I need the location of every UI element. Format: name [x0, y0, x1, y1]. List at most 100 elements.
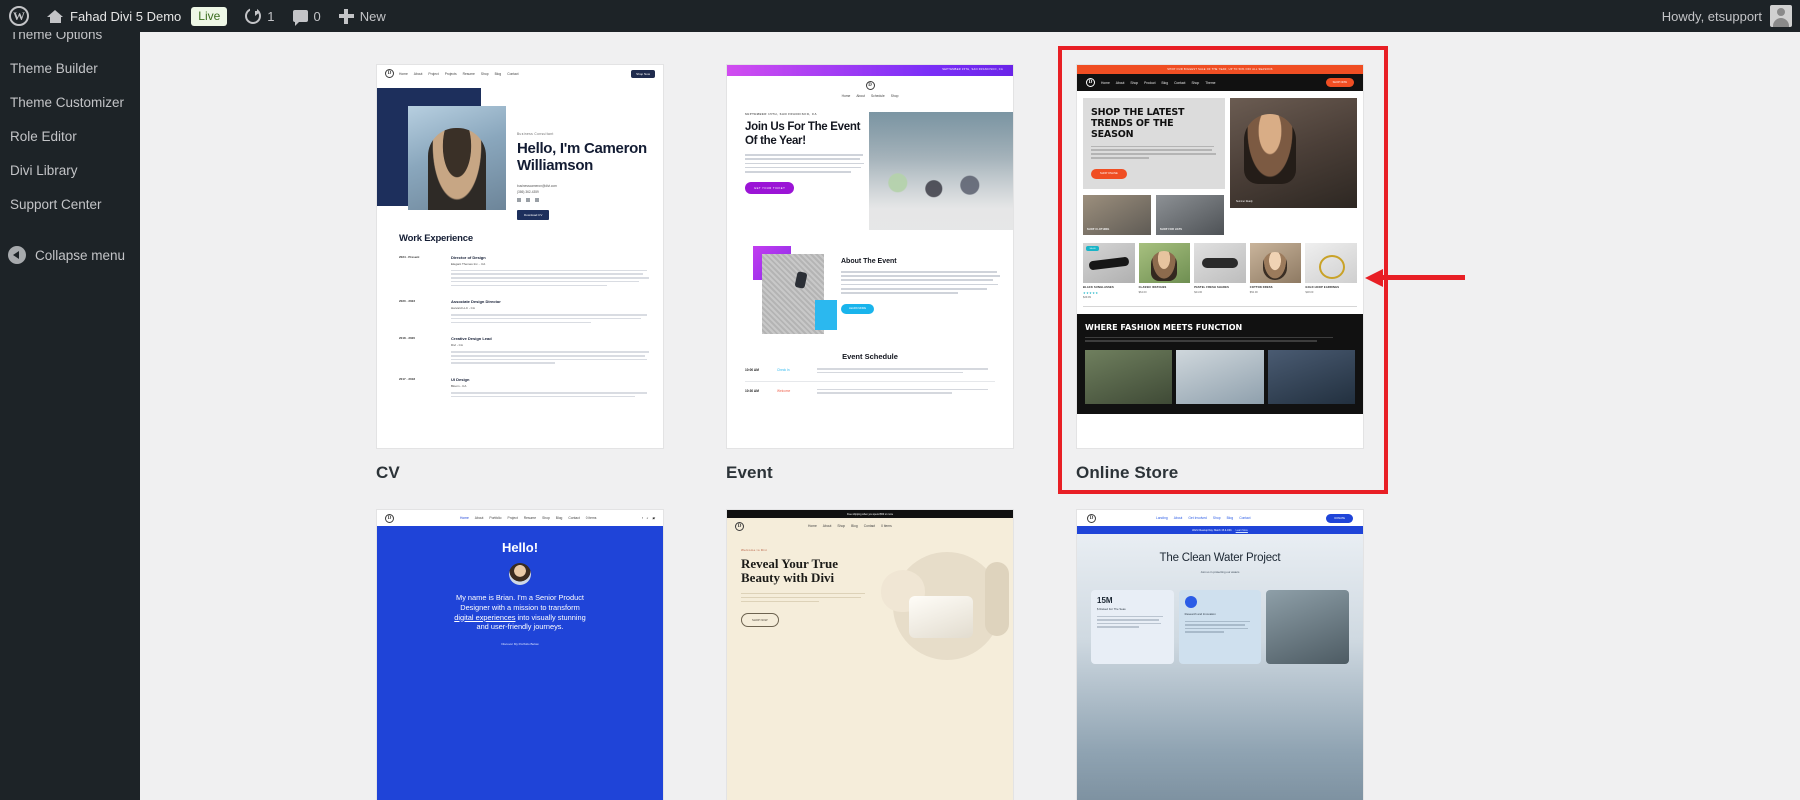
store-product-image: SALE: [1083, 243, 1135, 284]
cv-job-entry: 2024 - Present Director of Design Elegan…: [399, 255, 651, 288]
template-card-clean-water[interactable]: D Landing About Get Involved Shop Blog C…: [1076, 509, 1412, 800]
portfolio-intro: My name is Brian. I'm a Senior Product D…: [387, 593, 653, 632]
portfolio-intro-line-3: digital experiences into visually stunni…: [387, 613, 653, 623]
water-donate-button: DONATE: [1326, 513, 1353, 523]
divi-logo-icon: D: [1087, 513, 1096, 523]
template-thumbnail-clean-water[interactable]: D Landing About Get Involved Shop Blog C…: [1076, 509, 1364, 800]
event-about-section: About The Event LEARN MORE: [727, 230, 1013, 338]
cv-nav-button: Shop Now: [631, 69, 655, 78]
template-thumbnail-event[interactable]: SEPTEMBER 15TH, SAN FRANCISCO, CA D Home…: [726, 64, 1014, 449]
water-heading: The Clean Water Project: [1159, 552, 1281, 564]
nav-link: Blog: [851, 524, 858, 528]
template-thumbnail-online-store[interactable]: SHOP OUR BIGGEST SALE OF THE YEAR, UP TO…: [1076, 64, 1364, 449]
divi-logo-icon: D: [385, 513, 394, 523]
cv-job-date: 2020 - 2023: [399, 299, 416, 304]
cv-job-description: [451, 269, 651, 287]
event-heading: Join Us For The Event Of the Year!: [745, 121, 861, 147]
event-schedule-time: 10:30 AM: [745, 388, 759, 393]
beauty-hero: Welcome to Divi Reveal Your True Beauty …: [727, 534, 1013, 800]
event-schedule-row: 10:00 AM Check In: [727, 361, 1013, 376]
site-name-menu[interactable]: Fahad Divi 5 Demo Live: [38, 0, 236, 32]
store-product-name: CLASSIC WATCHES: [1138, 286, 1167, 290]
collapse-menu-button[interactable]: Collapse menu: [0, 238, 140, 272]
store-product-image: [1305, 243, 1357, 284]
nav-link: Contact: [1174, 80, 1186, 85]
store-heading: SHOP THE LATEST TRENDS OF THE SEASON: [1091, 107, 1185, 141]
nav-link: Home: [460, 516, 469, 520]
template-thumbnail-portfolio[interactable]: D Home About Portfolio Project Resume Sh…: [376, 509, 664, 800]
cv-job-date: 2017 - 2018: [399, 377, 416, 381]
wordpress-logo-icon: W: [9, 6, 29, 26]
nav-link: Shop: [1191, 80, 1200, 85]
sidebar-item-support-center[interactable]: Support Center: [0, 188, 140, 222]
template-thumbnail-beauty[interactable]: Free shipping when you spend $50 or more…: [726, 509, 1014, 800]
water-announcement-strip: World Cleanup Day: March 15 & 16th Learn…: [1077, 526, 1363, 534]
store-category-tile: SHOP CLOTHING: [1083, 195, 1151, 236]
nav-link: Shop: [837, 524, 846, 528]
beauty-heading: Reveal Your True Beauty with Divi: [741, 556, 839, 586]
new-content-menu[interactable]: New: [330, 0, 395, 32]
beauty-product-image: [909, 596, 973, 638]
template-thumbnail-cv[interactable]: D Home About Project Projects Resume Sho…: [376, 64, 664, 449]
store-lookbook-image: [1267, 349, 1355, 404]
comments-menu[interactable]: 0: [284, 0, 330, 32]
template-card-beauty[interactable]: Free shipping when you spend $50 or more…: [726, 509, 1062, 800]
cv-mockup: D Home About Project Projects Resume Sho…: [377, 65, 663, 448]
cv-section-title: Work Experience: [399, 232, 473, 244]
template-card-online-store[interactable]: SHOP OUR BIGGEST SALE OF THE YEAR, UP TO…: [1058, 46, 1412, 494]
divi-logo-icon: D: [1086, 78, 1095, 87]
water-stat-title: Research and Innovation: [1184, 612, 1216, 616]
sidebar-item-theme-builder[interactable]: Theme Builder: [0, 52, 140, 86]
nav-link: Schedule: [870, 94, 885, 98]
event-schedule-title: Event Schedule: [842, 352, 898, 361]
person-icon: [1184, 596, 1197, 608]
nav-link: Landing: [1156, 516, 1168, 520]
beauty-shop-button: SHOP NOW: [741, 612, 779, 627]
nav-link: Projects: [444, 71, 457, 76]
nav-link: Blog: [555, 516, 563, 520]
store-hero-card: SHOP THE LATEST TRENDS OF THE SEASON SHO…: [1083, 98, 1225, 190]
event-about-image-stack: [753, 246, 837, 338]
cv-job-title: UI Design: [451, 377, 470, 382]
template-card-cv[interactable]: D Home About Project Projects Resume Sho…: [376, 64, 712, 483]
nav-link: About: [1173, 516, 1183, 520]
howdy-label[interactable]: Howdy, etsupport: [1662, 9, 1770, 24]
store-product-name: COTTON DRESS: [1249, 286, 1273, 290]
divi-logo-icon: D: [865, 81, 875, 90]
store-nav-button: SHOP NOW: [1325, 78, 1354, 87]
cart-label: 0 items: [881, 524, 892, 528]
store-nav: D Home About Shop Product Blog Contact S…: [1077, 74, 1363, 91]
store-category-tiles: SHOP CLOTHING SHOP FOR HATS: [1083, 195, 1225, 236]
template-card-event[interactable]: SEPTEMBER 15TH, SAN FRANCISCO, CA D Home…: [726, 64, 1062, 483]
sidebar-item-role-editor[interactable]: Role Editor: [0, 120, 140, 154]
cv-job-description: [451, 314, 651, 324]
event-hero-copy: SEPTEMBER 15TH, SAN FRANCISCO, CA Join U…: [745, 112, 865, 230]
cv-hero-copy: Business Consultant Hello, I'm Cameron W…: [481, 88, 653, 221]
portfolio-intro-rest: into visually stunning: [515, 612, 586, 622]
divi-logo-icon: D: [735, 521, 744, 531]
template-card-portfolio[interactable]: D Home About Portfolio Project Resume Sh…: [376, 509, 712, 800]
nav-link: About: [822, 524, 832, 528]
cv-job-title: Director of Design: [451, 254, 486, 260]
event-about-button: LEARN MORE: [841, 303, 875, 314]
avatar[interactable]: [1770, 5, 1792, 27]
plus-icon: [338, 8, 354, 24]
portfolio-intro-link: digital experiences: [454, 612, 516, 622]
new-label: New: [359, 8, 386, 24]
event-paragraph: [745, 154, 865, 173]
store-paragraph: [1091, 145, 1217, 159]
event-announcement-text: SEPTEMBER 15TH, SAN FRANCISCO, CA: [942, 68, 1003, 71]
event-about-copy: About The Event LEARN MORE: [841, 246, 1003, 338]
decorative-bar: [985, 562, 1009, 636]
wordpress-logo-button[interactable]: W: [0, 0, 38, 32]
store-dark-paragraph: [1085, 336, 1355, 342]
sidebar-item-divi-library[interactable]: Divi Library: [0, 154, 140, 188]
event-announcement-bar: SEPTEMBER 15TH, SAN FRANCISCO, CA: [727, 65, 1013, 76]
event-schedule-description: [817, 368, 995, 376]
event-about-paragraph: [841, 271, 1003, 294]
sidebar-item-theme-customizer[interactable]: Theme Customizer: [0, 86, 140, 120]
store-product-card: CLASSIC WATCHES $64.00: [1138, 243, 1191, 299]
store-tile-label: SHOP FOR HATS: [1160, 228, 1183, 232]
portfolio-hero: Hello! My name is Brian. I'm a Senior Pr…: [377, 526, 663, 800]
updates-menu[interactable]: 1: [236, 0, 283, 32]
